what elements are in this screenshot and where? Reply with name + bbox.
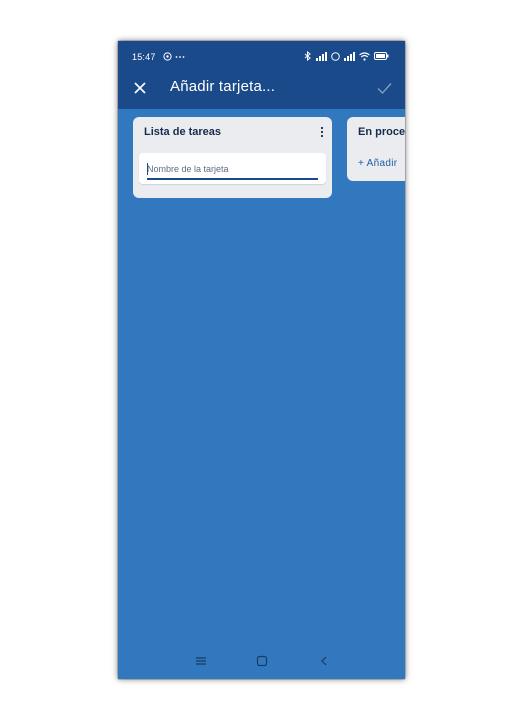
- input-underline: [147, 178, 318, 180]
- list-title: En proce: [358, 126, 405, 138]
- add-card-button[interactable]: + Añadir: [358, 158, 397, 169]
- check-icon[interactable]: [375, 79, 393, 97]
- navigation-bar: [118, 643, 405, 679]
- signal-icon: [344, 51, 355, 61]
- bluetooth-icon: [304, 51, 311, 61]
- status-icons: [303, 51, 389, 61]
- volte-icon: [331, 51, 340, 61]
- ellipsis-icon: [175, 56, 185, 58]
- card-name-input[interactable]: [147, 162, 317, 176]
- text-cursor: [147, 163, 148, 175]
- page-title: Añadir tarjeta...: [170, 78, 276, 95]
- list-lista-de-tareas: Lista de tareas: [133, 117, 332, 198]
- back-icon[interactable]: [317, 654, 331, 668]
- status-time: 15:47: [132, 52, 156, 62]
- app-bar: Añadir tarjeta...: [118, 67, 405, 109]
- close-button[interactable]: [132, 76, 148, 100]
- home-icon[interactable]: [255, 654, 269, 668]
- list-en-proceso: En proce + Añadir: [347, 117, 405, 181]
- wifi-icon: [359, 51, 370, 61]
- close-icon: [134, 82, 146, 94]
- list-title: Lista de tareas: [144, 126, 222, 138]
- menu-icon[interactable]: [194, 654, 208, 668]
- new-card-editor: [139, 153, 326, 184]
- status-bar: 15:47: [118, 41, 405, 67]
- notification-icon: [163, 52, 172, 61]
- phone-screen: 15:47 Añadir tarjeta... Lista de tareas …: [118, 41, 405, 679]
- more-vertical-icon[interactable]: [319, 126, 325, 138]
- battery-icon: [374, 52, 389, 60]
- signal-icon: [316, 51, 327, 61]
